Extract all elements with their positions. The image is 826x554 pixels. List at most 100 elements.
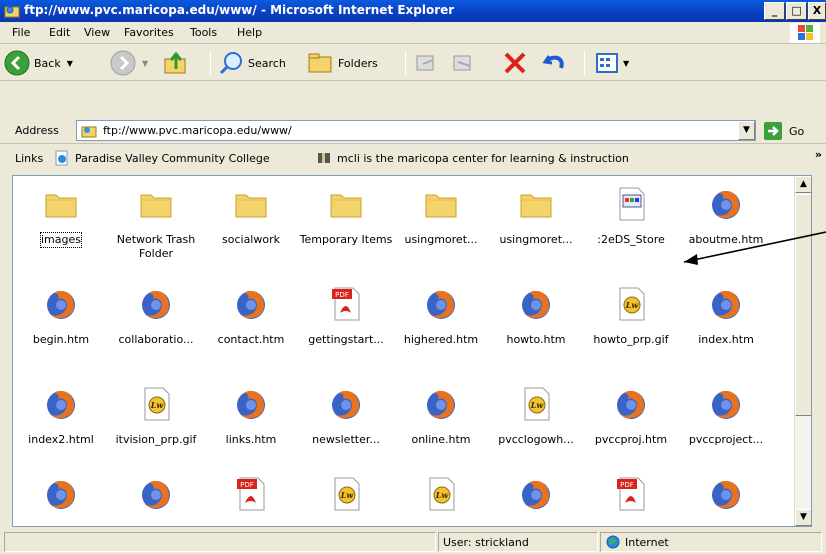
file-name: usingmoret... bbox=[499, 233, 573, 246]
menu-tools[interactable]: Tools bbox=[190, 26, 217, 39]
links-more-icon[interactable]: » bbox=[815, 148, 822, 161]
file-name: :2eDS_Store bbox=[597, 233, 665, 246]
file-item[interactable]: Lw bbox=[298, 475, 394, 523]
firefox-html-icon bbox=[488, 285, 584, 323]
file-item[interactable]: howto.htm bbox=[488, 285, 584, 347]
firefox-html-icon bbox=[678, 475, 774, 513]
close-button[interactable]: X bbox=[808, 2, 826, 20]
file-item[interactable] bbox=[678, 475, 774, 523]
delete-button[interactable] bbox=[502, 48, 528, 78]
menu-favorites[interactable]: Favorites bbox=[124, 26, 174, 39]
firefox-html-icon bbox=[13, 385, 109, 423]
address-field[interactable]: ftp://www.pvc.maricopa.edu/www/ ▼ bbox=[76, 120, 756, 141]
file-item[interactable]: pvccproject... bbox=[678, 385, 774, 447]
file-item[interactable]: begin.htm bbox=[13, 285, 109, 347]
back-button[interactable]: Back ▼ bbox=[4, 48, 73, 78]
folder-icon bbox=[298, 185, 394, 223]
file-item[interactable]: usingmoret... bbox=[393, 185, 489, 247]
svg-text:Lw: Lw bbox=[340, 490, 355, 500]
vertical-scrollbar[interactable]: ▲ ▼ bbox=[794, 176, 811, 526]
link-mcli[interactable]: mcli is the maricopa center for learning… bbox=[316, 150, 629, 166]
firefox-html-icon bbox=[678, 385, 774, 423]
status-zone: Internet bbox=[600, 532, 822, 552]
back-dropdown-icon[interactable]: ▼ bbox=[67, 59, 73, 68]
svg-text:PDF: PDF bbox=[620, 481, 634, 489]
file-item[interactable] bbox=[13, 475, 109, 523]
file-item[interactable]: collaboratio... bbox=[108, 285, 204, 347]
file-item[interactable]: online.htm bbox=[393, 385, 489, 447]
standard-toolbar: Back ▼ ▼ Search Folders ▼ bbox=[0, 45, 826, 81]
file-item[interactable]: contact.htm bbox=[203, 285, 299, 347]
firefox-html-icon bbox=[678, 285, 774, 323]
go-button[interactable]: Go bbox=[763, 121, 804, 141]
file-item[interactable]: Lw pvcclogowh... bbox=[488, 385, 584, 447]
file-item[interactable]: Lw howto_prp.gif bbox=[583, 285, 679, 347]
file-list-pane: images Network Trash Folder socialwork Temp… bbox=[12, 175, 812, 527]
folder-icon bbox=[488, 185, 584, 223]
file-item[interactable] bbox=[488, 475, 584, 523]
pdf-icon: PDF bbox=[583, 475, 679, 513]
status-bar: User: strickland Internet bbox=[0, 529, 826, 554]
file-item[interactable]: :2eDS_Store bbox=[583, 185, 679, 247]
file-item[interactable]: socialwork bbox=[203, 185, 299, 247]
maximize-button[interactable]: □ bbox=[786, 2, 807, 20]
forward-dropdown-icon[interactable]: ▼ bbox=[142, 59, 148, 68]
menu-file[interactable]: File bbox=[12, 26, 30, 39]
forward-button[interactable]: ▼ bbox=[110, 48, 148, 78]
copy-to-icon bbox=[453, 55, 471, 71]
scroll-down-icon[interactable]: ▼ bbox=[795, 509, 811, 526]
file-item[interactable]: pvccproj.htm bbox=[583, 385, 679, 447]
firefox-html-icon bbox=[13, 475, 109, 513]
views-button[interactable]: ▼ bbox=[594, 48, 629, 78]
toolbar-separator bbox=[210, 51, 211, 75]
move-to-icon bbox=[416, 55, 434, 71]
file-item[interactable]: PDF bbox=[583, 475, 679, 523]
file-item[interactable]: Lw bbox=[393, 475, 489, 523]
status-user: User: strickland bbox=[438, 532, 598, 552]
file-name: contact.htm bbox=[217, 333, 285, 346]
file-item[interactable]: PDF gettingstart... bbox=[298, 285, 394, 347]
delete-icon bbox=[504, 52, 526, 74]
file-item[interactable]: Network Trash Folder bbox=[108, 185, 204, 261]
gif-image-icon: Lw bbox=[393, 475, 489, 513]
file-item[interactable]: index.htm bbox=[678, 285, 774, 347]
search-label: Search bbox=[248, 56, 286, 70]
menu-help[interactable]: Help bbox=[237, 26, 262, 39]
internet-globe-icon bbox=[606, 535, 620, 549]
link-paradise-valley[interactable]: Paradise Valley Community College bbox=[54, 150, 270, 166]
scroll-thumb[interactable] bbox=[795, 194, 811, 416]
file-item[interactable]: usingmoret... bbox=[488, 185, 584, 247]
file-item[interactable]: aboutme.htm bbox=[678, 185, 774, 247]
search-button[interactable]: Search bbox=[218, 48, 286, 78]
file-item[interactable] bbox=[108, 475, 204, 523]
up-folder-button[interactable] bbox=[162, 48, 190, 78]
file-item[interactable]: images bbox=[13, 185, 109, 248]
scroll-up-icon[interactable]: ▲ bbox=[795, 176, 811, 193]
firefox-html-icon bbox=[108, 475, 204, 513]
copy-to-button[interactable] bbox=[450, 48, 476, 78]
views-dropdown-icon[interactable]: ▼ bbox=[623, 59, 629, 68]
file-item[interactable]: PDF bbox=[203, 475, 299, 523]
menu-edit[interactable]: Edit bbox=[49, 26, 70, 39]
file-item[interactable]: index2.html bbox=[13, 385, 109, 447]
file-item[interactable]: highered.htm bbox=[393, 285, 489, 347]
firefox-html-icon bbox=[393, 385, 489, 423]
file-item[interactable]: links.htm bbox=[203, 385, 299, 447]
ftp-folder-icon bbox=[81, 126, 97, 138]
gif-image-icon: Lw bbox=[583, 285, 679, 323]
folders-button[interactable]: Folders bbox=[306, 48, 378, 78]
file-item[interactable]: Lw itvision_prp.gif bbox=[108, 385, 204, 447]
firefox-html-icon bbox=[203, 285, 299, 323]
ftp-folder-icon bbox=[4, 6, 20, 18]
minimize-button[interactable]: _ bbox=[764, 2, 785, 20]
firefox-html-icon bbox=[678, 185, 774, 223]
file-item[interactable]: Temporary Items bbox=[298, 185, 394, 247]
file-item[interactable]: newsletter... bbox=[298, 385, 394, 447]
svg-text:Lw: Lw bbox=[530, 400, 545, 410]
windows-logo-icon bbox=[790, 23, 820, 43]
undo-button[interactable] bbox=[541, 48, 569, 78]
move-to-button[interactable] bbox=[413, 48, 439, 78]
firefox-html-icon bbox=[13, 285, 109, 323]
menu-view[interactable]: View bbox=[84, 26, 110, 39]
address-dropdown-icon[interactable]: ▼ bbox=[738, 121, 755, 140]
